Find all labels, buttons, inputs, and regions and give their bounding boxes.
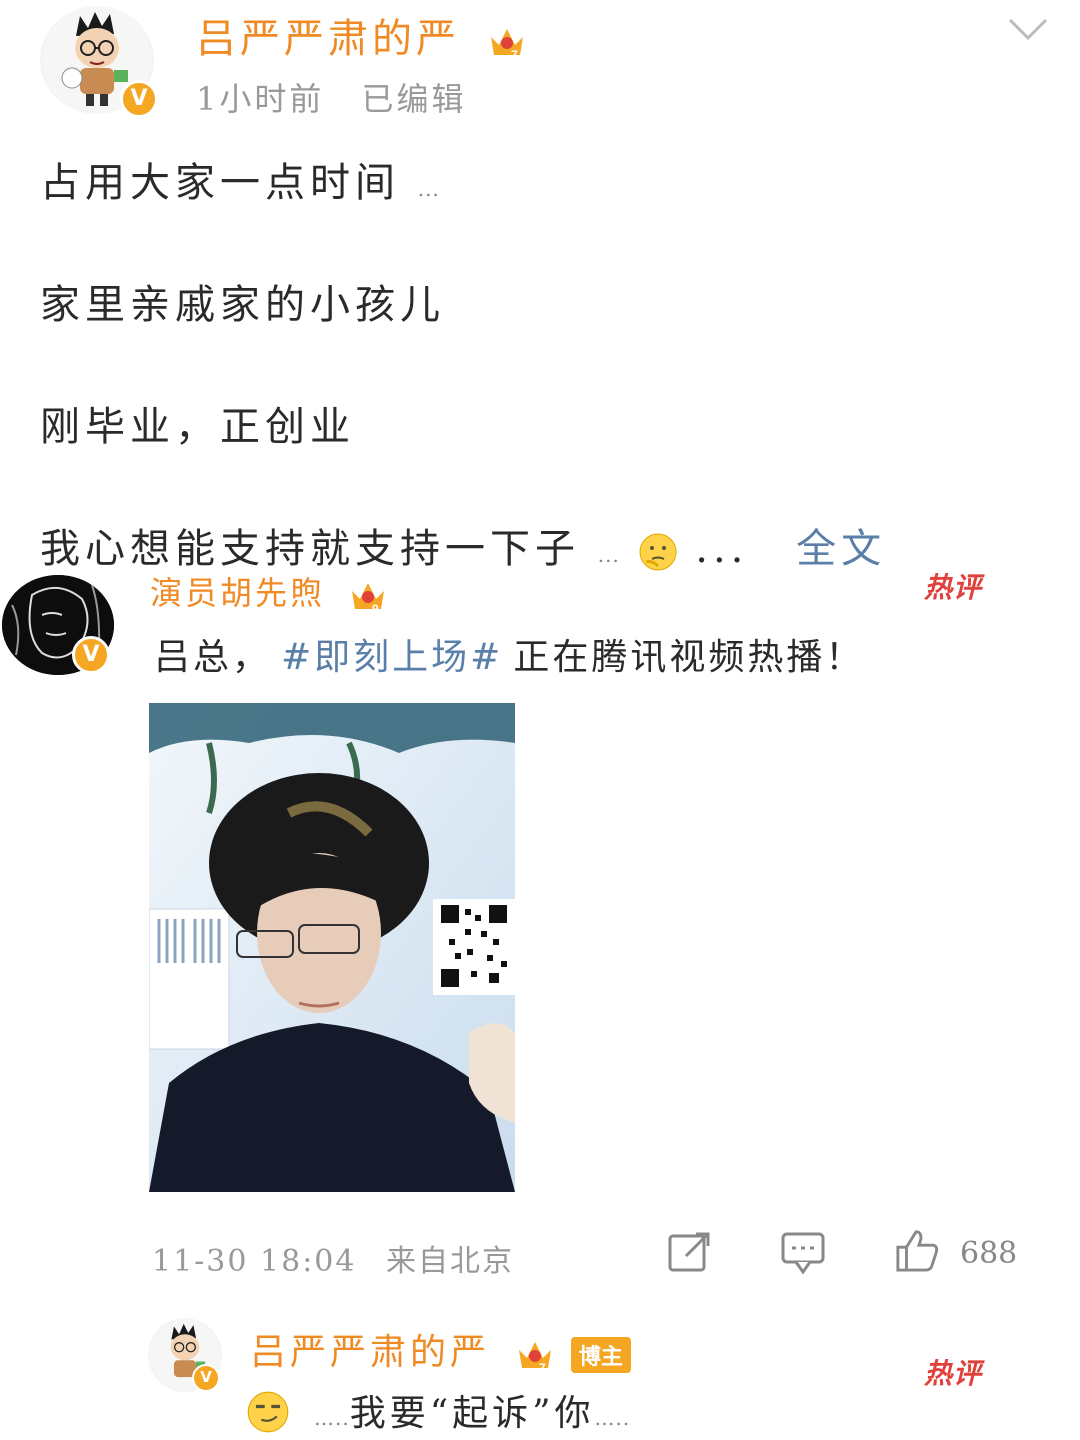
smirk-face-icon [247, 1391, 289, 1433]
commenter-name-label: 演员胡先煦 [150, 574, 326, 612]
verified-v-icon: V [192, 1364, 220, 1392]
vip-crown-icon: 7 [519, 1342, 552, 1374]
reply-author-name[interactable]: 吕严严肃的严 7 博主 [250, 1323, 631, 1375]
share-icon[interactable] [666, 1230, 712, 1274]
portrait-photo-image [149, 703, 515, 1192]
comment-text: 吕总， #即刻上场# 正在腾讯视频热播！ [154, 628, 864, 680]
comment-prefix: 吕总， [154, 637, 272, 678]
hot-comment-badge: 热评 [924, 571, 983, 604]
vip-crown-icon: 9 [352, 582, 385, 615]
reply-text-tail: ….. [594, 1406, 631, 1430]
comment-meta: 11-30 18:04 来自北京 [152, 1236, 514, 1280]
edited-label: 已编辑 [361, 80, 467, 118]
thinking-face-icon [639, 533, 677, 571]
reply-text: …..我要“起诉”你….. [314, 1384, 630, 1436]
post-line-text: 占用大家一点时间 [40, 160, 400, 206]
svg-text:7: 7 [539, 1361, 550, 1374]
ellipsis: ... [597, 543, 620, 567]
like-thumb-icon[interactable] [894, 1228, 940, 1272]
post-line-text: 我心想能支持就支持一下子 [40, 526, 580, 572]
trailing-dots: ... [695, 526, 749, 572]
reply-text-lead: ….. [314, 1406, 350, 1430]
post-line-text: 刚毕业，正创业 [40, 404, 355, 450]
comment-photo[interactable] [149, 703, 515, 1192]
post-time: 1小时前 [196, 80, 325, 118]
verified-v-icon: V [120, 80, 158, 118]
svg-text:9: 9 [372, 602, 382, 615]
reply-author-label: 吕严严肃的严 [250, 1332, 491, 1373]
post-body-line-2: 家里亲戚家的小孩儿 [40, 272, 445, 330]
post-body-line-3: 刚毕业，正创业 [40, 394, 355, 452]
svg-text:7: 7 [511, 48, 522, 61]
chevron-down-icon[interactable] [1004, 10, 1052, 46]
post-line-text: 家里亲戚家的小孩儿 [40, 282, 445, 328]
post-body-line-4: 我心想能支持就支持一下子 ... ... 全文 [40, 516, 886, 574]
ellipsis: ... [417, 177, 440, 201]
commenter-name[interactable]: 演员胡先煦 9 [150, 568, 388, 615]
hot-comment-badge: 热评 [924, 1357, 983, 1390]
post-body-line-1: 占用大家一点时间 ... [40, 150, 440, 208]
verified-v-icon: V [72, 636, 110, 674]
topic-link[interactable]: #即刻上场# [281, 637, 503, 678]
reply-text-main: 我要“起诉”你 [349, 1393, 595, 1434]
post-meta: 1小时前 已编辑 [196, 74, 467, 120]
comment-date: 11-30 18:04 [152, 1244, 357, 1279]
like-count: 688 [960, 1236, 1018, 1271]
post-author-label: 吕严严肃的严 [196, 16, 460, 62]
post-author-name[interactable]: 吕严严肃的严 7 [196, 6, 527, 64]
full-text-link[interactable]: 全文 [796, 526, 886, 572]
comment-suffix: 正在腾讯视频热播！ [513, 637, 865, 678]
comment-location: 来自北京 [386, 1244, 515, 1279]
comment-icon[interactable] [780, 1230, 826, 1274]
vip-crown-icon: 7 [490, 29, 523, 61]
blogger-tag: 博主 [570, 1337, 631, 1373]
